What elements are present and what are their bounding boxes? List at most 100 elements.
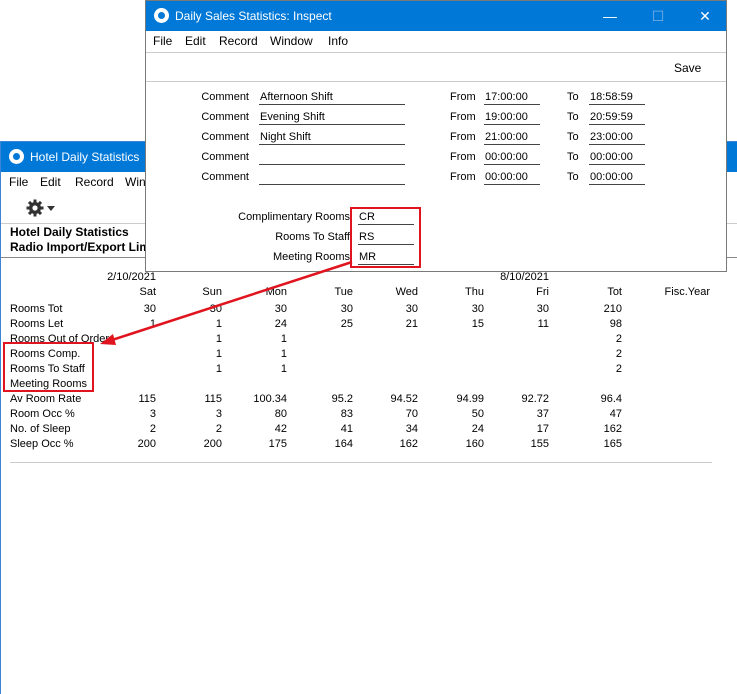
comment-field[interactable] [259,151,405,165]
from-label: From [450,151,476,163]
report-row-label: Av Room Rate [10,393,82,405]
report-column-header: Fisc.Year [664,286,710,298]
menu-record[interactable]: Record [75,175,114,189]
close-icon[interactable]: ✕ [695,6,715,26]
report-cell: 2 [215,423,222,435]
report-cell: 115 [204,393,222,405]
report-column-header: Fri [536,286,549,298]
report-cell: 100.34 [253,393,287,405]
report-cell: 1 [280,333,287,345]
comment-label: Comment [201,131,249,143]
to-label: To [567,91,579,103]
report-cell: 83 [340,408,353,420]
report-cell: 30 [209,303,222,315]
report-cell: 15 [471,318,484,330]
report-column-header: Sun [202,286,222,298]
comment-field[interactable]: Evening Shift [259,111,405,125]
report-row-label: No. of Sleep [10,423,71,435]
to-time-field[interactable]: 00:00:00 [589,171,645,185]
report-cell: 30 [274,303,287,315]
menu-window[interactable]: Window [270,34,313,48]
report-row-label: Rooms Let [10,318,64,330]
report-column-header: Thu [465,286,484,298]
to-time-field[interactable]: 00:00:00 [589,151,645,165]
report-cell: 1 [215,363,222,375]
code-fields-highlight [350,207,421,268]
report-cell: 95.2 [331,393,353,405]
report-cell: 2 [615,348,622,360]
menu-edit[interactable]: Edit [185,34,206,48]
menu-window[interactable]: Win [125,175,146,189]
report-cell: 24 [274,318,287,330]
to-time-field[interactable]: 20:59:59 [589,111,645,125]
report-cell: 1 [280,363,287,375]
report-heading: Hotel Daily Statistics [10,225,129,239]
front-window-titlebar[interactable]: Daily Sales Statistics: Inspect — ☐ ✕ [146,1,726,31]
from-time-field[interactable]: 19:00:00 [484,111,540,125]
report-cell: 30 [340,303,353,315]
report-cell: 34 [405,423,418,435]
report-cell: 175 [268,438,287,450]
back-window-title: Hotel Daily Statistics [30,150,140,164]
report-cell: 200 [203,438,222,450]
maximize-icon[interactable]: ☐ [648,6,668,26]
row-labels-highlight [3,342,94,392]
report-cell: 1 [215,333,222,345]
report-cell: 47 [609,408,622,420]
report-company: Radio Import/Export Lim [10,240,151,254]
front-toolbar-top-divider [146,52,726,53]
report-cell: 94.99 [456,393,484,405]
report-date-from: 2/10/2021 [107,271,156,283]
report-column-header: Sat [139,286,156,298]
report-cell: 3 [215,408,222,420]
save-button[interactable]: Save [674,61,701,75]
comment-field[interactable]: Night Shift [259,131,405,145]
comment-label: Comment [201,91,249,103]
report-cell: 98 [609,318,622,330]
from-label: From [450,91,476,103]
menu-edit[interactable]: Edit [40,175,61,189]
to-time-field[interactable]: 23:00:00 [589,131,645,145]
comment-label: Comment [201,111,249,123]
menu-file[interactable]: File [153,34,172,48]
report-cell: 1 [215,318,222,330]
from-time-field[interactable]: 17:00:00 [484,91,540,105]
app-logo-icon [154,8,169,23]
gear-icon [26,199,44,217]
report-column-header: Tot [607,286,622,298]
menu-info[interactable]: Info [328,34,348,48]
from-time-field[interactable]: 00:00:00 [484,151,540,165]
report-date-to: 8/10/2021 [500,271,549,283]
report-cell: 11 [537,318,549,330]
report-cell: 50 [471,408,484,420]
to-label: To [567,131,579,143]
options-button[interactable] [25,198,57,218]
report-cell: 30 [405,303,418,315]
report-column-header: Tue [334,286,353,298]
menu-record[interactable]: Record [219,34,258,48]
chevron-down-icon [47,206,55,211]
report-cell: 25 [340,318,353,330]
menu-file[interactable]: File [9,175,28,189]
report-row-label: Sleep Occ % [10,438,74,450]
from-label: From [450,131,476,143]
comment-field[interactable]: Afternoon Shift [259,91,405,105]
code-label: Meeting Rooms [272,251,350,263]
report-cell: 165 [603,438,622,450]
minimize-icon[interactable]: — [600,6,620,26]
report-cell: 70 [405,408,418,420]
to-time-field[interactable]: 18:58:59 [589,91,645,105]
report-cell: 115 [138,393,156,405]
report-cell: 160 [465,438,484,450]
report-cell: 1 [215,348,222,360]
report-column-header: Wed [395,286,418,298]
from-time-field[interactable]: 00:00:00 [484,171,540,185]
from-time-field[interactable]: 21:00:00 [484,131,540,145]
comment-label: Comment [201,171,249,183]
report-cell: 30 [471,303,484,315]
report-cell: 42 [274,423,287,435]
report-cell: 92.72 [521,393,549,405]
code-label: Rooms To Staff [275,231,350,243]
report-cell: 1 [280,348,287,360]
comment-field[interactable] [259,171,405,185]
